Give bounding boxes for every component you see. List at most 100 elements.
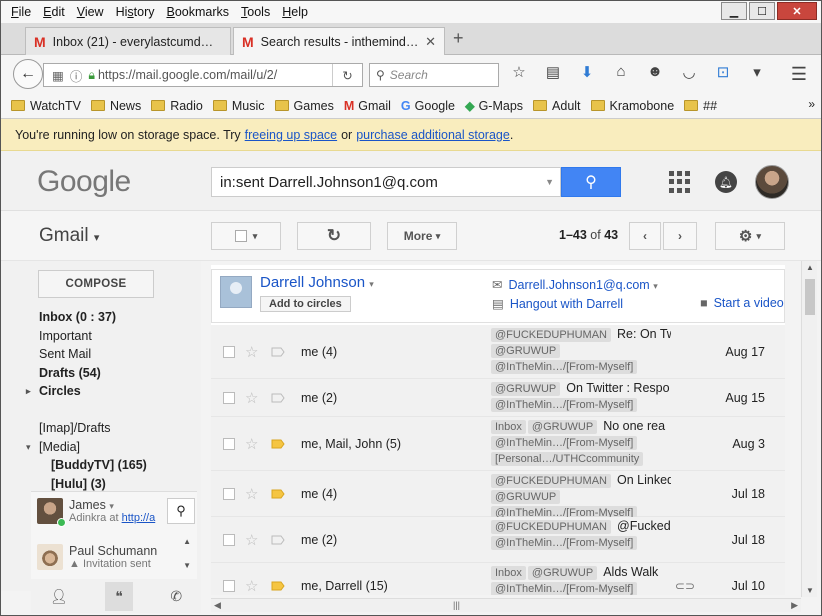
close-tab-icon[interactable]: ✕ — [425, 34, 436, 50]
compose-button[interactable]: COMPOSE — [38, 270, 154, 298]
bookmark-item[interactable]: Games — [274, 99, 334, 113]
table-row[interactable]: ☆ me (4) @FUCKEDUPHUMAN Re: On Tw @GRUWUP @In… — [211, 325, 785, 379]
table-row[interactable]: ☆ me, Darrell (15) Inbox @GRUWUP Alds Walk @I… — [211, 563, 785, 595]
sidebar-label-item[interactable]: [BuddyTV] (165) — [39, 456, 147, 475]
bookmark-item[interactable]: G Google — [401, 99, 455, 113]
importance-marker-icon[interactable] — [271, 393, 285, 403]
star-icon[interactable]: ☆ — [245, 343, 258, 361]
hangouts-icon[interactable]: ❝ — [105, 581, 133, 611]
gmail-menu-button[interactable]: Gmail ▾ — [39, 225, 99, 247]
row-checkbox[interactable] — [223, 487, 235, 500]
importance-marker-icon[interactable] — [271, 535, 285, 545]
label-chip[interactable]: @InTheMin…/[From-Myself] — [491, 398, 638, 412]
sidebar-label-item[interactable]: ▸ Circles — [26, 382, 147, 401]
chat-contact[interactable]: Paul Schumann ▲ Invitation sent — [37, 544, 157, 570]
star-icon[interactable]: ☆ — [245, 531, 258, 549]
menu-item[interactable]: History — [110, 5, 161, 19]
bookmark-item[interactable]: Radio — [151, 99, 203, 113]
label-chip[interactable]: @GRUWUP — [491, 490, 561, 504]
menu-item[interactable]: Bookmarks — [161, 5, 236, 19]
contact-email-link[interactable]: ✉ Darrell.Johnson1@q.com ▾ — [492, 277, 658, 292]
notifications-bell-icon[interactable]: 🔔︎ — [715, 171, 737, 193]
more-button[interactable]: More ▾ — [387, 222, 457, 250]
phone-icon[interactable]: ✆ — [170, 588, 182, 605]
close-button[interactable]: ✕ — [777, 2, 817, 20]
label-chip[interactable]: @InTheMin…/[From-Myself] — [491, 360, 638, 374]
bookmark-item[interactable]: ◆ G-Maps — [465, 98, 523, 114]
vertical-scrollbar[interactable]: ▲ ▼ — [801, 261, 817, 597]
prev-page-button[interactable]: ‹ — [629, 222, 661, 250]
pocket-icon[interactable]: ◡ — [679, 63, 699, 81]
importance-marker-icon[interactable] — [271, 439, 285, 449]
free-up-space-link[interactable]: freeing up space — [245, 128, 337, 142]
table-row[interactable]: ☆ me (2) @GRUWUP On Twitter : Respo @InTheMi… — [211, 379, 785, 417]
chat-scrollbar[interactable]: ▲ ▼ — [183, 536, 191, 572]
settings-button[interactable]: ⚙ ▾ — [715, 222, 785, 250]
menu-item[interactable]: Edit — [37, 5, 71, 19]
star-bookmark-icon[interactable]: ☆ — [509, 63, 529, 81]
info-icon[interactable]: ⓘ — [70, 66, 83, 85]
emoji-icon[interactable]: ☻ — [645, 63, 665, 81]
label-chip[interactable]: @GRUWUP — [527, 420, 598, 434]
star-icon[interactable]: ☆ — [245, 389, 258, 407]
menu-icon[interactable]: ☰ — [791, 64, 807, 85]
sidebar-label-item[interactable]: ▾ [Media] — [26, 438, 147, 457]
star-icon[interactable]: ☆ — [245, 435, 258, 453]
label-chip[interactable]: [Personal…/UTHCcommunity — [491, 452, 644, 466]
label-chip[interactable]: @GRUWUP — [491, 344, 561, 358]
search-button[interactable]: ⚲ — [561, 167, 621, 197]
label-chip[interactable]: Inbox — [491, 566, 526, 580]
label-chip[interactable]: Inbox — [491, 420, 526, 434]
row-checkbox[interactable] — [223, 345, 235, 358]
bookmark-item[interactable]: News — [90, 99, 141, 113]
label-chip[interactable]: @GRUWUP — [527, 566, 598, 580]
bookmark-item[interactable]: WatchTV — [11, 99, 81, 113]
google-logo[interactable]: Google — [37, 165, 131, 199]
star-icon[interactable]: ☆ — [245, 485, 258, 503]
bookmark-item[interactable]: M Gmail — [344, 99, 391, 113]
menu-item[interactable]: Tools — [235, 5, 276, 19]
label-chip[interactable]: @FUCKEDUPHUMAN — [491, 474, 612, 488]
tab-search-results[interactable]: M Search results - inthemind… ✕ — [233, 27, 445, 56]
bookmark-item[interactable]: ## — [684, 99, 717, 113]
next-page-button[interactable]: › — [663, 222, 697, 250]
minimize-button[interactable]: ▁ — [721, 2, 747, 20]
home-icon[interactable]: ⌂ — [611, 63, 631, 81]
reload-icon[interactable]: ↻ — [332, 64, 362, 86]
menu-item[interactable]: File — [1, 5, 37, 19]
expand-arrow-icon[interactable]: ▾ — [26, 438, 31, 457]
start-video-link[interactable]: ■Start a video c — [700, 296, 785, 310]
importance-marker-icon[interactable] — [271, 489, 285, 499]
row-checkbox[interactable] — [223, 579, 235, 592]
row-checkbox[interactable] — [223, 533, 235, 546]
bookmark-item[interactable]: Kramobone — [590, 99, 674, 113]
chevron-down-icon[interactable]: ▾ — [747, 63, 767, 81]
bookmark-item[interactable]: Adult — [533, 99, 581, 113]
label-chip[interactable]: @FUCKEDUPHUMAN — [491, 520, 612, 534]
bookmarks-overflow-icon[interactable]: » — [808, 97, 815, 111]
label-chip[interactable]: @GRUWUP — [491, 382, 561, 396]
sidebar-label-item[interactable]: Inbox (0 : 37) — [39, 308, 147, 327]
mail-search-input[interactable]: in:sent Darrell.Johnson1@q.com ▼ — [211, 167, 561, 197]
row-checkbox[interactable] — [223, 437, 235, 450]
label-chip[interactable]: @FUCKEDUPHUMAN — [491, 328, 612, 342]
sidebar-label-item[interactable]: [Imap]/Drafts — [39, 419, 147, 438]
chat-search-button[interactable]: ⚲ — [167, 498, 195, 524]
table-row[interactable]: ☆ me, Mail, John (5) Inbox @GRUWUP No one re… — [211, 417, 785, 471]
apps-grid-icon[interactable] — [669, 171, 691, 193]
label-chip[interactable]: @InTheMin…/[From-Myself] — [491, 436, 638, 450]
scroll-thumb[interactable] — [805, 279, 815, 315]
status-link[interactable]: http://a — [122, 512, 156, 524]
table-row[interactable]: ☆ me (2) @FUCKEDUPHUMAN @Fucked @InTheMin…/[… — [211, 517, 785, 563]
menu-item[interactable]: Help — [276, 5, 314, 19]
row-checkbox[interactable] — [223, 391, 235, 404]
maximize-button[interactable]: ☐ — [749, 2, 775, 20]
label-chip[interactable]: @InTheMin…/[From-Myself] — [491, 536, 638, 550]
add-to-circles-button[interactable]: Add to circles — [260, 296, 351, 312]
browser-search-input[interactable]: ⚲ Search — [369, 63, 499, 87]
importance-marker-icon[interactable] — [271, 581, 285, 591]
reading-list-icon[interactable]: ▤ — [543, 63, 563, 81]
sidebar-label-item[interactable]: Drafts (54) — [39, 364, 147, 383]
purchase-storage-link[interactable]: purchase additional storage — [356, 128, 510, 142]
person-icon[interactable]: 👤︎ — [50, 588, 68, 605]
